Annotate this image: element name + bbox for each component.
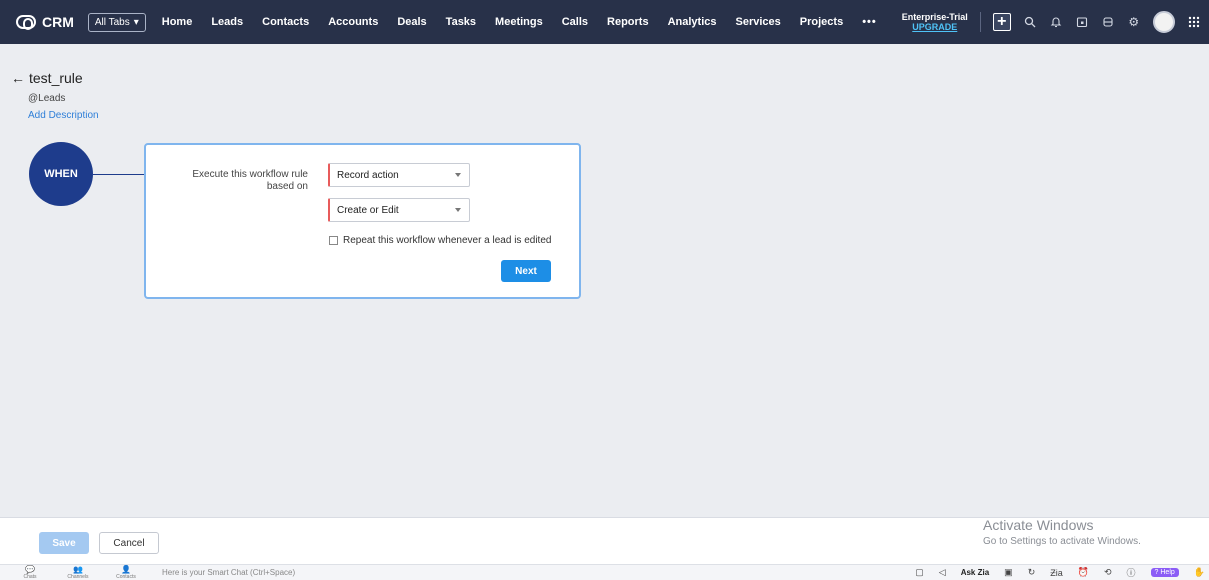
trial-badge[interactable]: Enterprise-Trial UPGRADE: [902, 12, 968, 32]
apps-grid-icon[interactable]: [1187, 15, 1201, 29]
smart-chat-bar: 💬 Chats 👥 Channels 👤 Contacts Here is yo…: [0, 564, 1209, 580]
help-button[interactable]: ? Help: [1150, 568, 1179, 577]
divider: [979, 12, 981, 32]
nav-home[interactable]: Home: [162, 16, 193, 28]
when-connector-line: [93, 174, 145, 175]
calendar-icon[interactable]: [1075, 15, 1089, 29]
settings-icon[interactable]: ⚙: [1127, 15, 1141, 29]
chat-icon: 💬: [25, 564, 35, 574]
contact-icon: 👤: [121, 564, 131, 574]
bell-icon[interactable]: [1049, 15, 1063, 29]
channels-label: Channels: [67, 573, 89, 580]
when-node: WHEN: [29, 142, 93, 206]
back-arrow-icon[interactable]: ←: [11, 70, 25, 86]
rule-header: ← test_rule: [11, 70, 83, 86]
channels-button[interactable]: 👥 Channels: [60, 564, 96, 580]
nav-more-button[interactable]: •••: [862, 16, 877, 28]
caret-down-icon: [455, 208, 461, 212]
record-action-value: Create or Edit: [337, 204, 399, 216]
chats-button[interactable]: 💬 Chats: [12, 564, 48, 580]
zia-icon[interactable]: Ƶia: [1050, 568, 1063, 578]
history-icon[interactable]: ⟲: [1104, 567, 1112, 578]
nav-leads[interactable]: Leads: [211, 16, 243, 28]
brand-label: CRM: [42, 14, 74, 30]
crm-logo-icon: [16, 15, 36, 30]
notes-icon[interactable]: ▣: [1004, 567, 1013, 578]
all-tabs-label: All Tabs: [94, 16, 130, 28]
all-tabs-dropdown[interactable]: All Tabs ▾: [87, 12, 146, 32]
alarm-icon[interactable]: ⏰: [1078, 567, 1089, 578]
search-icon[interactable]: [1023, 15, 1037, 29]
trial-label: Enterprise-Trial: [901, 12, 968, 22]
watermark-title: Activate Windows: [983, 517, 1094, 533]
nav-calls[interactable]: Calls: [562, 16, 588, 28]
info-icon[interactable]: ⓘ: [1127, 566, 1136, 579]
repeat-option: Repeat this workflow whenever a lead is …: [329, 235, 551, 246]
add-description-link[interactable]: Add Description: [28, 110, 99, 121]
ask-zia-button[interactable]: Ask Zia: [961, 568, 989, 577]
top-icons: + ⚙: [992, 11, 1201, 33]
repeat-checkbox[interactable]: [329, 236, 338, 245]
channels-icon: 👥: [73, 564, 83, 574]
plus-icon[interactable]: +: [992, 13, 1011, 31]
when-card: Execute this workflow rule based on Reco…: [144, 143, 581, 299]
nav-accounts[interactable]: Accounts: [328, 16, 378, 28]
nav-analytics[interactable]: Analytics: [668, 16, 717, 28]
nav-projects[interactable]: Projects: [800, 16, 843, 28]
nav-meetings[interactable]: Meetings: [495, 16, 543, 28]
chats-label: Chats: [23, 573, 37, 580]
trigger-type-select[interactable]: Record action: [328, 163, 470, 187]
smart-chat-input[interactable]: Here is your Smart Chat (Ctrl+Space): [162, 568, 295, 577]
cancel-button[interactable]: Cancel: [99, 532, 159, 554]
nav-reports[interactable]: Reports: [607, 16, 649, 28]
execute-label: Execute this workflow rule based on: [192, 169, 308, 192]
top-navbar: CRM All Tabs ▾ Home Leads Contacts Accou…: [0, 0, 1209, 44]
announcement-icon[interactable]: ◁: [939, 567, 946, 578]
watermark-subtitle: Go to Settings to activate Windows.: [983, 536, 1141, 547]
nav-contacts[interactable]: Contacts: [262, 16, 309, 28]
rule-module: @Leads: [28, 93, 66, 104]
nav-services[interactable]: Services: [736, 16, 781, 28]
contacts-button[interactable]: 👤 Contacts: [108, 564, 144, 580]
nav-deals[interactable]: Deals: [397, 16, 426, 28]
caret-down-icon: [455, 173, 461, 177]
save-button[interactable]: Save: [39, 532, 89, 554]
main-nav: Home Leads Contacts Accounts Deals Tasks…: [162, 16, 896, 28]
hand-icon[interactable]: ✋: [1194, 567, 1205, 578]
contacts-label: Contacts: [116, 573, 136, 580]
activate-windows-watermark: Activate Windows Go to Settings to activ…: [983, 517, 1141, 547]
screen-icon[interactable]: ▢: [915, 567, 924, 578]
refresh-icon[interactable]: ↻: [1028, 567, 1036, 578]
record-action-select[interactable]: Create or Edit: [328, 198, 470, 222]
upgrade-link[interactable]: UPGRADE: [902, 22, 968, 32]
trigger-type-value: Record action: [337, 169, 399, 181]
next-button[interactable]: Next: [501, 260, 551, 282]
rule-title: test_rule: [29, 70, 83, 86]
nav-tasks[interactable]: Tasks: [446, 16, 476, 28]
help-label: Help: [1160, 569, 1175, 576]
crm-logo[interactable]: CRM: [16, 14, 74, 30]
repeat-label: Repeat this workflow whenever a lead is …: [343, 235, 552, 246]
avatar[interactable]: [1152, 11, 1175, 33]
marketplace-icon[interactable]: [1101, 15, 1115, 29]
caret-down-icon: ▾: [133, 16, 139, 28]
chatbar-tools: ▢ ◁ Ask Zia ▣ ↻ Ƶia ⏰ ⟲ ⓘ ? Help ✋: [915, 566, 1205, 579]
